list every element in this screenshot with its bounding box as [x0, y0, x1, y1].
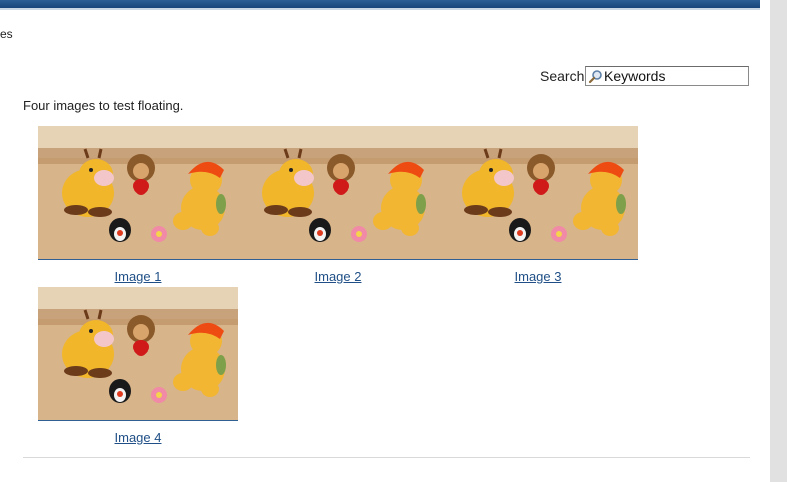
- top-banner-underline: [0, 8, 760, 10]
- toy-photo-image[interactable]: [38, 126, 238, 259]
- scrollbar-track[interactable]: [770, 0, 787, 482]
- breadcrumb-fragment[interactable]: es: [0, 27, 13, 41]
- gallery-item-2[interactable]: Image 2: [238, 126, 438, 284]
- image-underline: [238, 259, 438, 260]
- image-underline: [438, 259, 638, 260]
- image-underline: [38, 420, 238, 421]
- image-2-link[interactable]: Image 2: [238, 269, 438, 284]
- toy-photo-image[interactable]: [38, 287, 238, 420]
- page-edge: [760, 0, 770, 482]
- image-1-link[interactable]: Image 1: [38, 269, 238, 284]
- gallery-item-1[interactable]: Image 1: [38, 126, 238, 284]
- toy-photo-image[interactable]: [438, 126, 638, 259]
- gallery-item-4[interactable]: Image 4: [38, 287, 238, 445]
- intro-text: Four images to test floating.: [23, 98, 184, 113]
- search-input[interactable]: [604, 68, 742, 84]
- content-divider: [23, 457, 750, 458]
- search-label: Search: [540, 68, 585, 84]
- search-field[interactable]: [585, 66, 749, 86]
- gallery-item-3[interactable]: Image 3: [438, 126, 638, 284]
- image-3-link[interactable]: Image 3: [438, 269, 638, 284]
- toy-photo-image[interactable]: [238, 126, 438, 259]
- image-underline: [38, 259, 238, 260]
- magnifier-icon: [586, 67, 604, 85]
- image-4-link[interactable]: Image 4: [38, 430, 238, 445]
- top-banner: [0, 0, 760, 8]
